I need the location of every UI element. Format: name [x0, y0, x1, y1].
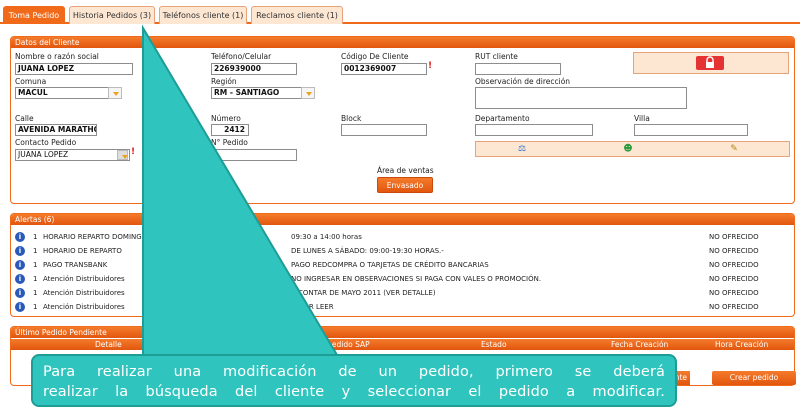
caption-line-1: Para realizar una modificación de un ped…	[43, 364, 665, 380]
instruction-caption: Para realizar una modificación de un ped…	[31, 354, 677, 407]
caption-line-2: realizar la búsqueda del cliente y selec…	[43, 384, 665, 400]
